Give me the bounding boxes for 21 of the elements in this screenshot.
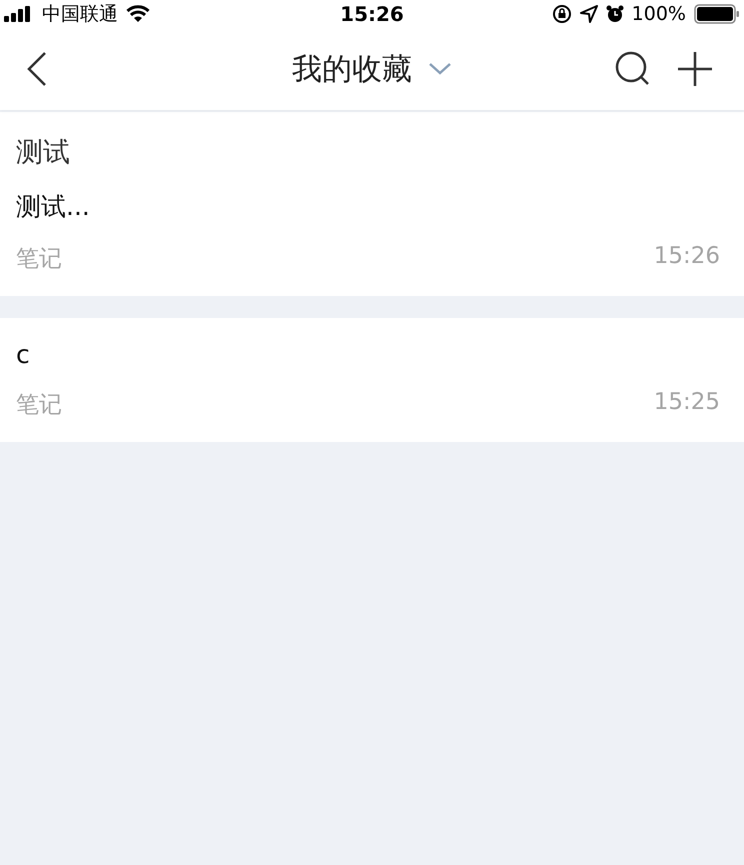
battery-icon [694,4,740,24]
chevron-down-icon[interactable] [428,62,452,76]
note-type: 笔记 [16,391,62,420]
add-button[interactable] [676,50,714,88]
note-time: 15:25 [654,389,720,417]
carrier-name: 中国联通 [42,2,118,27]
status-time: 15:26 [340,2,404,26]
rotation-lock-icon [552,4,572,24]
note-preview: c [16,340,31,369]
location-icon [580,5,598,23]
note-title: 测试 [16,136,71,170]
page-title: 我的收藏 [292,50,412,88]
note-card[interactable]: c 笔记 15:25 [0,318,744,442]
note-card[interactable]: 测试 测试... 笔记 15:26 [0,112,744,296]
wifi-icon [126,5,150,23]
note-type: 笔记 [16,245,62,274]
alarm-icon [606,5,624,23]
battery-percent: 100% [632,3,686,25]
note-time: 15:26 [654,243,720,271]
note-preview: 测试... [16,191,91,223]
back-button[interactable] [26,51,48,87]
